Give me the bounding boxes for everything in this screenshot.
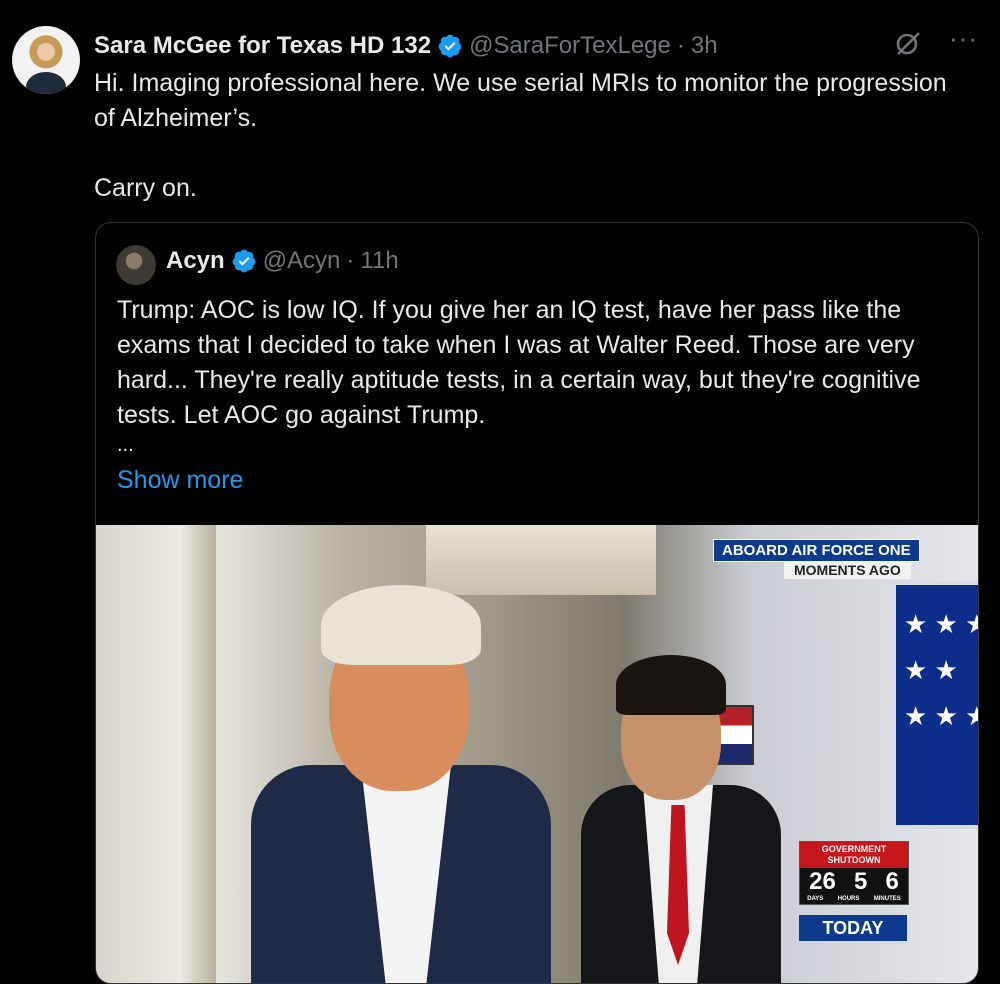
- quote-ellipsis: ...: [117, 434, 134, 456]
- tweet-text: Hi. Imaging professional here. We use se…: [94, 66, 974, 206]
- more-icon[interactable]: ···: [949, 25, 978, 51]
- tweet-text-line: Hi. Imaging professional here. We use se…: [94, 69, 947, 132]
- counter-unit: DAYS: [807, 896, 824, 902]
- counter-hours: 5: [853, 868, 868, 895]
- counter-title-line: SHUTDOWN: [827, 855, 881, 865]
- person-right: [581, 655, 781, 983]
- grok-icon[interactable]: [893, 28, 923, 58]
- tweet-header: Sara McGee for Texas HD 132 @SaraForTexL…: [94, 28, 718, 64]
- timestamp[interactable]: 3h: [691, 32, 718, 60]
- chyron-title: ABOARD AIR FORCE ONE: [713, 539, 920, 562]
- quote-timestamp[interactable]: 11h: [360, 247, 398, 275]
- author-handle[interactable]: @SaraForTexLege: [469, 32, 671, 60]
- quote-author-avatar[interactable]: [116, 245, 156, 285]
- today-label: TODAY: [799, 915, 907, 941]
- quoted-tweet[interactable]: Acyn @Acyn · 11h Trump: AOC is low IQ. I…: [95, 222, 979, 984]
- verified-badge-icon: [438, 34, 462, 58]
- separator-dot: ·: [676, 32, 685, 59]
- verified-badge-icon: [232, 249, 256, 273]
- show-more-link[interactable]: Show more: [117, 463, 243, 498]
- quote-header: Acyn @Acyn · 11h: [166, 247, 399, 275]
- counter-unit: MINUTES: [873, 896, 901, 902]
- counter-unit: HOURS: [837, 896, 860, 902]
- counter-minutes: 6: [885, 868, 899, 895]
- counter-values: 26 5 6: [800, 868, 908, 896]
- author-name[interactable]: Sara McGee for Texas HD 132: [94, 32, 431, 60]
- tweet-actions-top: ···: [893, 25, 978, 58]
- quote-text: Trump: AOC is low IQ. If you give her an…: [117, 293, 967, 433]
- shutdown-counter: GOVERNMENT SHUTDOWN 26 5 6 DAYS HOURS MI…: [799, 841, 909, 905]
- separator-dot: ·: [346, 247, 355, 274]
- counter-days: 26: [809, 868, 836, 895]
- stars-screen: [892, 581, 978, 829]
- author-avatar[interactable]: [12, 26, 80, 94]
- quote-text-body: Trump: AOC is low IQ. If you give her an…: [117, 296, 921, 429]
- chyron-subtitle: MOMENTS AGO: [784, 561, 911, 579]
- person-left: [251, 585, 551, 983]
- quote-author-handle[interactable]: @Acyn: [263, 247, 341, 275]
- quote-author-name[interactable]: Acyn: [166, 247, 225, 275]
- video-background: [96, 525, 216, 983]
- counter-units: DAYS HOURS MINUTES: [800, 896, 908, 904]
- counter-title: GOVERNMENT SHUTDOWN: [800, 842, 908, 868]
- tweet-text-line: Carry on.: [94, 174, 197, 202]
- quote-video[interactable]: ABOARD AIR FORCE ONE MOMENTS AGO GOVERNM…: [96, 525, 978, 983]
- counter-title-line: GOVERNMENT: [821, 844, 887, 854]
